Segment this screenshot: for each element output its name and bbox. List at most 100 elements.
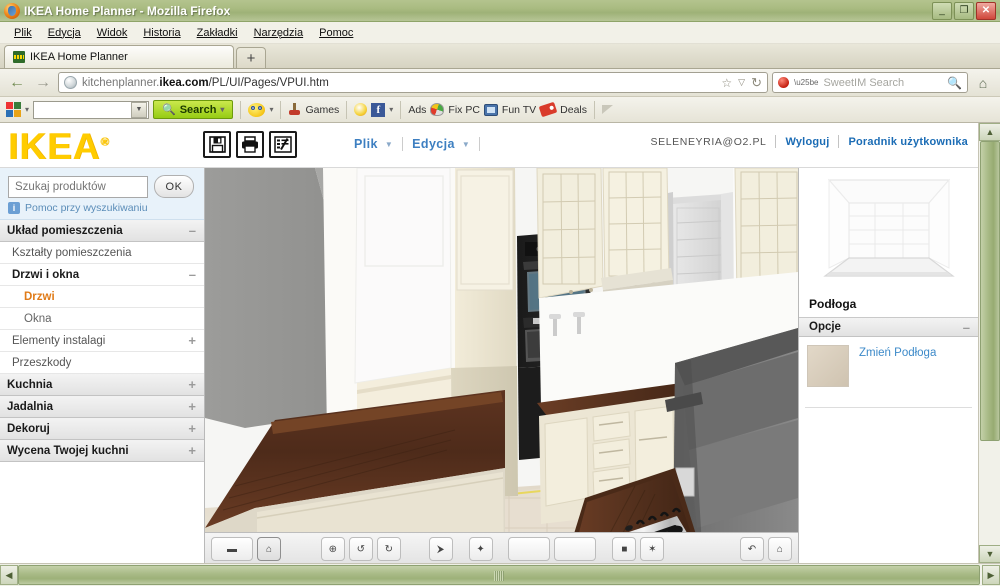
reset-view-button[interactable]: ▬ — [211, 537, 253, 561]
sidebar-item-drzwi-i-okna[interactable]: Drzwi i okna – — [0, 264, 204, 286]
chevron-down-icon[interactable]: \u25be — [794, 78, 818, 87]
view-3d-button[interactable] — [554, 537, 597, 561]
addon-search-label: Search — [179, 103, 217, 116]
menu-plik[interactable]: Plik — [6, 25, 40, 41]
search-icon[interactable]: 🔍 — [947, 76, 962, 90]
menu-edycja[interactable]: Edycja — [40, 25, 89, 41]
forward-arrow-icon[interactable]: → — [32, 74, 54, 91]
page-horizontal-scrollbar[interactable]: ◀ ▶ — [0, 563, 1000, 586]
rotate-right-button[interactable]: ↻ — [376, 537, 401, 561]
print-button[interactable] — [236, 131, 264, 158]
ads-label[interactable]: Ads — [408, 104, 426, 116]
change-floor-link[interactable]: Zmień Podłoga — [859, 345, 936, 387]
menu-widok[interactable]: Widok — [89, 25, 136, 41]
menu-zakladki[interactable]: Zakładki — [189, 25, 246, 41]
fixpc-label[interactable]: Fix PC — [448, 104, 480, 116]
menu-pomoc-label: Pomoc — [319, 26, 354, 39]
viewport-toolbar: ▬ ⌂ ⊕ ↺ ↻ ⮞ ✦ ■ ✶ ↶ ⌂ — [205, 532, 798, 563]
sidebar-item-drzwi[interactable]: Drzwi — [0, 286, 204, 308]
addon-search-input[interactable]: ▼ — [33, 100, 150, 119]
pan-mode-button[interactable]: ✦ — [468, 537, 493, 561]
sidebar-item-kuchnia[interactable]: Kuchnia + — [0, 374, 204, 396]
right-sidebar: Podłoga Opcje – Zmień Podłoga — [798, 168, 978, 563]
collapse-toggle-icon[interactable]: – — [189, 267, 196, 282]
menu-pomoc[interactable]: Pomoc — [311, 25, 361, 41]
scroll-up-button[interactable]: ▲ — [979, 123, 1000, 141]
chevron-down-icon[interactable]: ▾ — [389, 105, 393, 114]
expand-toggle-icon[interactable]: + — [188, 377, 196, 392]
search-ok-button[interactable]: OK — [154, 175, 194, 198]
back-arrow-icon[interactable]: ← — [6, 74, 28, 91]
maximize-button[interactable]: ❐ — [954, 1, 974, 20]
page-tool-icon[interactable] — [602, 105, 614, 114]
sidebar-item-jadalnia[interactable]: Jadalnia + — [0, 396, 204, 418]
sidebar-item-ksztalty-pomieszczenia[interactable]: Kształty pomieszczenia — [0, 242, 204, 264]
leaf-label: Drzwi — [24, 290, 55, 303]
menu-historia[interactable]: Historia — [135, 25, 188, 41]
horizontal-scroll-track[interactable] — [18, 565, 982, 585]
app-menu-plik[interactable]: Plik ▼ — [345, 137, 402, 151]
expand-toggle-icon[interactable]: + — [188, 443, 196, 458]
options-header[interactable]: Opcje – — [799, 317, 978, 337]
sidebar-item-przeszkody[interactable]: Przeszkody — [0, 352, 204, 374]
expand-toggle-icon[interactable]: + — [188, 399, 196, 414]
search-help[interactable]: i Pomoc przy wyszukiwaniu — [8, 202, 196, 214]
bookmark-star-icon[interactable]: ☆ — [721, 76, 732, 90]
sidebar-item-okna[interactable]: Okna — [0, 308, 204, 330]
camera-button[interactable]: ■ — [612, 537, 637, 561]
walk-mode-button[interactable]: ⮞ — [428, 537, 453, 561]
chevron-down-icon[interactable]: ▾ — [25, 105, 29, 114]
menu-narzedzia[interactable]: Narzędzia — [246, 25, 312, 41]
page-vertical-scrollbar[interactable]: ▲ ▼ — [978, 123, 1000, 563]
chevron-down-icon[interactable]: ▼ — [131, 101, 148, 118]
minimize-button[interactable]: _ — [932, 1, 952, 20]
sidebar-item-elementy-instalagi[interactable]: Elementy instalagi + — [0, 330, 204, 352]
logout-link[interactable]: Wyloguj — [785, 136, 829, 148]
light-button[interactable]: ✶ — [640, 537, 665, 561]
emoticons-icon[interactable] — [248, 102, 266, 117]
product-search-panel: OK i Pomoc przy wyszukiwaniu — [0, 168, 204, 220]
undo-button[interactable]: ↶ — [739, 537, 764, 561]
save-button[interactable] — [203, 131, 231, 158]
rotate-left-button[interactable]: ↺ — [348, 537, 373, 561]
scroll-down-button[interactable]: ▼ — [979, 545, 1000, 563]
games-label[interactable]: Games — [305, 104, 339, 116]
home-icon[interactable]: ⌂ — [972, 75, 994, 91]
new-tab-button[interactable]: + — [236, 47, 266, 68]
edit-list-button[interactable] — [269, 131, 297, 158]
home-view-button[interactable]: ⌂ — [257, 537, 281, 561]
horizontal-scroll-thumb[interactable] — [18, 565, 980, 585]
deals-label[interactable]: Deals — [560, 104, 587, 116]
delete-button[interactable]: ⌂ — [767, 537, 792, 561]
view-2d-button[interactable] — [508, 537, 551, 561]
floor-swatch[interactable] — [807, 345, 849, 387]
scroll-left-button[interactable]: ◀ — [0, 565, 18, 585]
sidebar-item-wycena-twojej-kuchni[interactable]: Wycena Twojej kuchni + — [0, 440, 204, 462]
sweetim-search-box[interactable]: \u25be SweetIM Search 🔍 — [772, 72, 968, 93]
chevron-down-icon: ▼ — [461, 139, 471, 149]
user-guide-link[interactable]: Poradnik użytkownika — [848, 136, 968, 148]
chevron-down-icon[interactable]: ▾ — [269, 105, 273, 114]
chevron-down-icon[interactable]: ▾ — [220, 105, 224, 114]
collapse-toggle-icon[interactable]: – — [963, 320, 970, 335]
browser-tab-active[interactable]: IKEA Home Planner — [4, 45, 234, 68]
address-bar[interactable]: kitchenplanner.ikea.com/PL/UI/Pages/VPUI… — [58, 72, 768, 93]
kitchen-3d-viewport[interactable] — [205, 168, 798, 563]
expand-toggle-icon[interactable]: + — [188, 421, 196, 436]
scroll-right-button[interactable]: ▶ — [982, 565, 1000, 585]
zoom-in-button[interactable]: ⊕ — [320, 537, 345, 561]
search-input[interactable] — [8, 175, 148, 198]
sweetim-search-input[interactable]: SweetIM Search — [823, 77, 942, 89]
sidebar-item-dekoruj[interactable]: Dekoruj + — [0, 418, 204, 440]
expand-toggle-icon[interactable]: + — [188, 333, 196, 348]
close-button[interactable]: ✕ — [976, 1, 996, 20]
chevron-down-icon[interactable]: ▽ — [738, 77, 745, 88]
addon-search-button[interactable]: 🔍 Search ▾ — [153, 100, 234, 119]
sidebar-item-uklad-pomieszczenia[interactable]: Układ pomieszczenia – — [0, 220, 204, 242]
facebook-icon[interactable]: f — [371, 102, 386, 117]
collapse-toggle-icon[interactable]: – — [189, 223, 196, 238]
reload-icon[interactable]: ↻ — [751, 75, 762, 91]
app-menu-edycja[interactable]: Edycja ▼ — [403, 137, 479, 151]
vertical-scroll-thumb[interactable] — [980, 141, 1000, 441]
funtv-label[interactable]: Fun TV — [502, 104, 536, 116]
